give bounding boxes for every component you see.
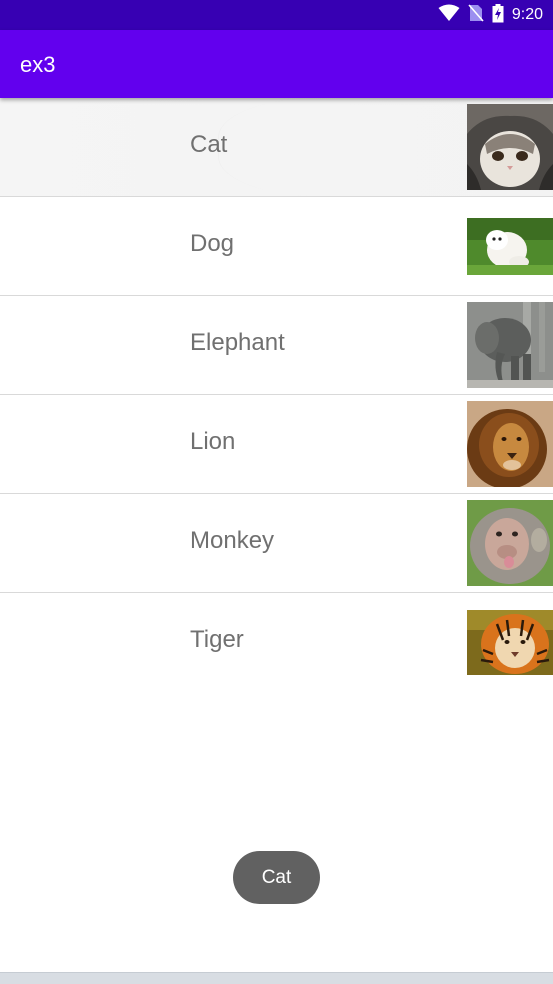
list-item-label: Tiger [190,626,244,653]
cat-image [467,104,553,190]
status-bar: 9:20 [0,0,553,30]
tiger-image [467,610,553,675]
list-item-label: Elephant [190,329,285,356]
list-item[interactable]: Monkey [0,494,553,593]
list-item-label: Dog [190,230,235,257]
wifi-icon [438,4,460,26]
app-title: ex3 [20,52,56,77]
list-item-label: Monkey [190,527,275,554]
lion-image [467,401,553,487]
list-item[interactable]: Tiger [0,593,553,691]
bottom-edge-bar [0,972,553,984]
list-item-label: Cat [190,131,228,158]
list-item[interactable]: Dog [0,197,553,296]
no-sim-icon [468,4,484,26]
dog-image [467,218,553,275]
status-time: 9:20 [511,6,543,23]
list-item[interactable]: Elephant [0,296,553,395]
list-item[interactable]: Lion [0,395,553,494]
toast-message: Cat [233,851,320,904]
list-item[interactable]: Cat [0,98,553,197]
list-item-label: Lion [190,428,236,455]
battery-charging-icon [492,3,504,27]
status-icons: 9:20 [438,3,543,27]
monkey-image [467,500,553,586]
elephant-image [467,302,553,388]
animal-list: Cat Dog Elephant Lion Monkey Tiger [0,98,553,691]
app-bar: ex3 [0,30,553,98]
